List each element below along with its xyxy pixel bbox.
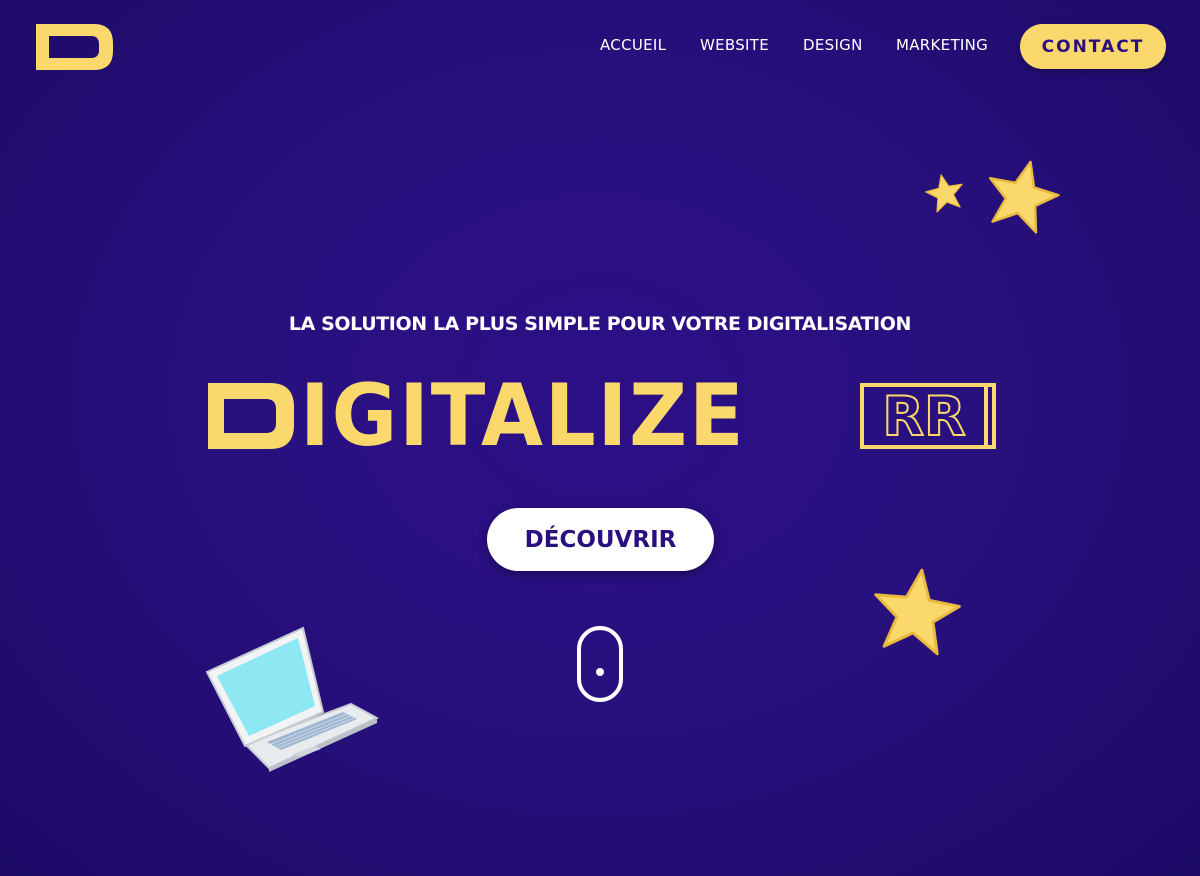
discover-button[interactable]: DÉCOUVRIR: [487, 508, 714, 571]
brand-suffix: RR: [882, 385, 965, 448]
nav-website[interactable]: WEBSITE: [700, 36, 769, 54]
star-icon: [988, 160, 1060, 234]
brand-d-icon: [208, 383, 294, 449]
brand-title: IGITALIZE: [300, 366, 746, 466]
nav-design[interactable]: DESIGN: [803, 36, 863, 54]
star-icon: [925, 174, 963, 213]
nav-accueil[interactable]: ACCUEIL: [600, 36, 666, 54]
nav-marketing[interactable]: MARKETING: [896, 36, 988, 54]
contact-button[interactable]: CONTACT: [1020, 24, 1166, 69]
laptop-icon: [205, 626, 379, 772]
mouse-scroll-icon[interactable]: [576, 625, 624, 703]
hero-tagline: LA SOLUTION LA PLUS SIMPLE POUR VOTRE DI…: [288, 313, 912, 335]
star-icon: [874, 568, 961, 656]
brand-rr-badge: RR: [860, 383, 996, 449]
brand-wordmark: IGITALIZE RR: [208, 366, 998, 466]
